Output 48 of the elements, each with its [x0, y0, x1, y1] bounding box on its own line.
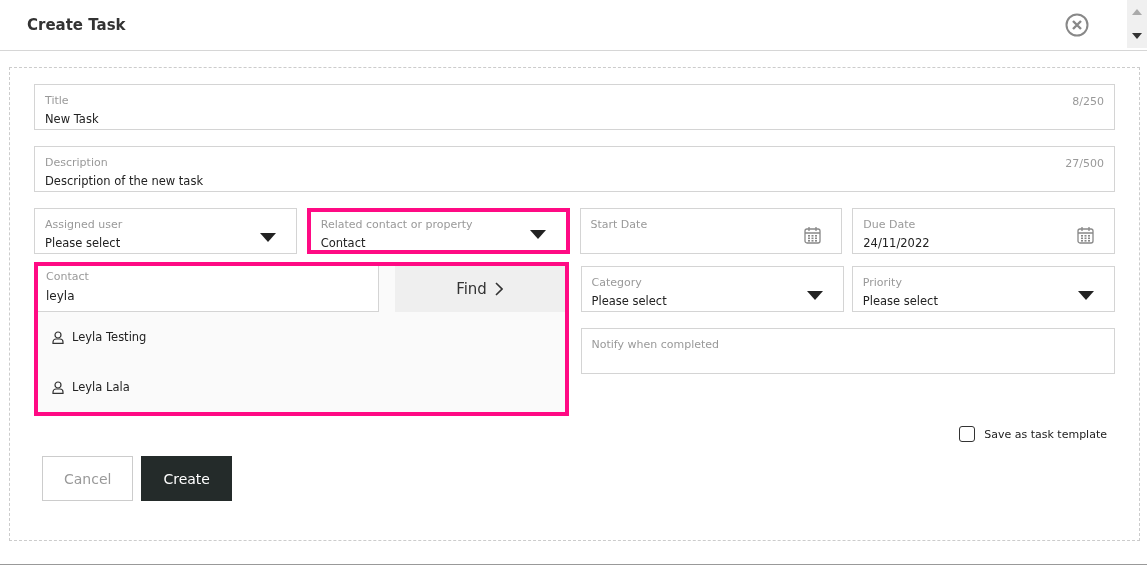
close-icon[interactable]	[1065, 13, 1089, 37]
scroll-down-icon[interactable]	[1132, 33, 1142, 39]
field-value: Contact	[320, 236, 366, 250]
field-label: Due Date	[863, 218, 916, 231]
select-field[interactable]: Category Please select	[580, 266, 844, 312]
field-value: New Task	[45, 112, 99, 126]
contact-field[interactable]: Contact leyla	[38, 266, 379, 312]
find-button[interactable]: Find	[394, 266, 565, 312]
person-icon	[52, 330, 64, 344]
caret-icon	[1078, 291, 1094, 300]
field-value: 24/11/2022	[863, 236, 930, 250]
field-label: Title	[45, 94, 69, 107]
field-label: Category	[591, 276, 642, 289]
field-value: Please select	[45, 236, 121, 250]
person-icon	[52, 380, 64, 394]
caret-icon	[259, 233, 276, 242]
field-value: Please select	[591, 294, 667, 308]
character-counter: 27/500	[1065, 157, 1104, 170]
contact-result[interactable]: Leyla Testing	[38, 312, 565, 362]
select-field[interactable]: Priority Please select	[851, 266, 1115, 312]
checkbox[interactable]	[959, 426, 976, 442]
contact-name: Leyla Testing	[72, 330, 147, 344]
contact-result[interactable]: Leyla Lala	[38, 362, 565, 412]
field-label: Description	[45, 156, 108, 169]
select-field[interactable]: Related contact or property Contact	[306, 208, 570, 254]
field-label: Notify when completed	[591, 338, 720, 351]
text-field[interactable]: Description Description of the new task 27/500	[34, 146, 1115, 192]
field-label: Start Date	[590, 218, 648, 231]
field-value: Please select	[862, 294, 938, 308]
field-label: Related contact or property	[320, 218, 473, 231]
chevron-right-icon	[494, 282, 503, 296]
calendar-icon	[1077, 226, 1094, 244]
create-button[interactable]: Create	[141, 456, 232, 501]
contact-name: Leyla Lala	[72, 380, 130, 394]
field-label: Contact	[46, 270, 89, 283]
field-label: Assigned user	[45, 218, 123, 231]
contact-input[interactable]: leyla	[46, 289, 368, 303]
checkbox-label: Save as task template	[984, 427, 1107, 441]
dialog-title: Create Task	[27, 16, 126, 34]
calendar-icon	[804, 226, 822, 244]
field-label: Priority	[862, 276, 902, 289]
text-field[interactable]: Title New Task 8/250	[34, 84, 1115, 130]
caret-icon	[806, 291, 823, 300]
date-field[interactable]: Due Date 24/11/2022	[852, 208, 1115, 254]
character-counter: 8/250	[1072, 95, 1104, 108]
caret-icon	[529, 230, 546, 239]
field-value: Description of the new task	[45, 174, 204, 188]
select-field[interactable]: Assigned user Please select	[34, 208, 297, 254]
